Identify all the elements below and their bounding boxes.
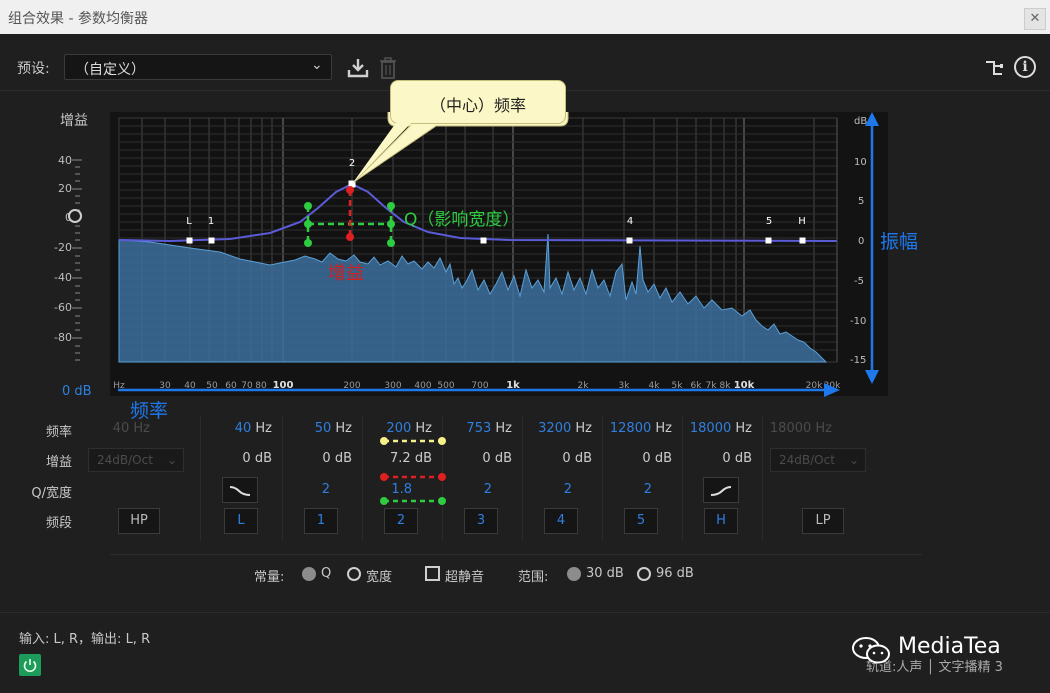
eq-graph[interactable]: L 1 2 4 5 H Q（影响宽度） 增益 dB 10 5 0 -5 -10 … (110, 112, 888, 396)
band-label-4: 4 (627, 216, 633, 227)
band-label-l: L (186, 216, 192, 227)
chevron-down-icon: ⌄ (166, 453, 177, 467)
row-label-gain: 增益 (45, 455, 72, 470)
band-point-1 (208, 237, 215, 244)
band-l-gain[interactable]: 0 dB (192, 451, 272, 466)
routing-icon[interactable] (984, 58, 1004, 78)
lp-slope-value: 24dB/Oct (779, 453, 835, 467)
band-point-5 (765, 237, 772, 244)
range-30db-radio[interactable] (567, 567, 581, 581)
constant-label: 常量: (254, 570, 285, 585)
high-shelf-button[interactable] (703, 477, 739, 503)
lp-slope-dropdown[interactable]: 24dB/Oct ⌄ (770, 448, 866, 472)
divider (110, 554, 922, 555)
constant-width-radio[interactable] (347, 567, 361, 581)
gain-value[interactable]: 0 dB (62, 384, 92, 399)
callout-pointer (352, 120, 414, 184)
band-1-frequency[interactable]: 50 Hz (272, 421, 352, 436)
hp-button[interactable]: HP (118, 508, 160, 534)
amplitude-annotation: 振幅 (880, 231, 919, 253)
constant-q-radio[interactable] (302, 567, 316, 581)
band-button-1[interactable]: 1 (304, 508, 338, 534)
constant-q-label: Q (321, 566, 332, 581)
power-button[interactable] (19, 654, 41, 676)
band-point-4 (626, 237, 633, 244)
range-96db-label: 96 dB (656, 566, 694, 581)
band-4-q[interactable]: 2 (492, 482, 572, 497)
lp-frequency[interactable]: 18000 Hz (752, 421, 832, 436)
frequency-arrow (118, 383, 840, 397)
band-5-gain[interactable]: 0 dB (592, 451, 672, 466)
ultra-quiet-checkbox[interactable] (425, 566, 440, 581)
gain-slider-ticks (72, 159, 82, 361)
trash-icon[interactable] (378, 56, 398, 80)
hp-slope-dropdown[interactable]: 24dB/Oct ⌄ (88, 448, 184, 472)
band-5-frequency[interactable]: 12800 Hz (592, 421, 672, 436)
band-point-h (799, 237, 806, 244)
row-label-band: 频段 (45, 516, 72, 531)
hp-slope-value: 24dB/Oct (97, 453, 153, 467)
preset-dropdown[interactable]: （自定义） ⌄ (64, 54, 332, 80)
band-point-l (186, 237, 193, 244)
lp-button[interactable]: LP (802, 508, 844, 534)
gain-tick-label: 40 (58, 154, 72, 167)
band-h-gain[interactable]: 0 dB (672, 451, 752, 466)
preset-value: （自定义） (75, 62, 145, 78)
range-96db-radio[interactable] (637, 567, 651, 581)
gain-heading: 增益 (60, 113, 88, 129)
band-button-5[interactable]: 5 (624, 508, 658, 534)
band-button-2[interactable]: 2 (384, 508, 418, 534)
band-5-q[interactable]: 2 (572, 482, 652, 497)
band-label-5: 5 (766, 216, 772, 227)
wechat-icon (852, 637, 890, 664)
info-icon[interactable]: i (1014, 56, 1036, 78)
range-label: 范围: (518, 570, 549, 585)
band-4-gain[interactable]: 0 dB (512, 451, 592, 466)
close-button[interactable]: ✕ (1024, 8, 1046, 30)
ultra-quiet-label: 超静音 (445, 570, 485, 585)
preset-label: 预设: (17, 61, 50, 77)
divider (0, 612, 1050, 613)
chevron-down-icon: ⌄ (848, 453, 859, 467)
gain-annotation: 增益 (328, 263, 364, 284)
gain-tick-label: 20 (58, 182, 72, 195)
band-label-1: 1 (208, 216, 214, 227)
q-annotation: Q（影响宽度） (404, 210, 519, 230)
hp-frequency[interactable]: 40 Hz (70, 421, 150, 436)
gain-tick-label: -40 (54, 271, 72, 284)
gain-tick-label: -60 (54, 301, 72, 314)
title-bar (0, 0, 1050, 34)
band-button-l[interactable]: L (224, 508, 258, 534)
gain-slider-knob[interactable] (68, 209, 82, 223)
range-30db-label: 30 dB (586, 566, 624, 581)
brand-watermark: MediaTea (898, 634, 1001, 659)
band-1-gain[interactable]: 0 dB (272, 451, 352, 466)
frequency-annotation: 频率 (130, 400, 169, 422)
high-shelf-icon (710, 486, 732, 496)
band-h-frequency[interactable]: 18000 Hz (672, 421, 752, 436)
power-icon (23, 659, 37, 673)
band-4-frequency[interactable]: 3200 Hz (512, 421, 592, 436)
gain-tick-label: -20 (54, 241, 72, 254)
io-channels: 输入: L, R，输出: L, R (19, 632, 151, 647)
band-l-frequency[interactable]: 40 Hz (192, 421, 272, 436)
band-button-4[interactable]: 4 (544, 508, 578, 534)
download-icon[interactable] (346, 56, 370, 80)
band-button-h[interactable]: H (704, 508, 738, 534)
table-annotation-marks (380, 437, 446, 505)
band-point-3 (480, 237, 487, 244)
row-label-frequency: 频率 (45, 425, 72, 440)
band-1-q[interactable]: 2 (250, 482, 330, 497)
constant-width-label: 宽度 (366, 570, 393, 585)
chevron-down-icon: ⌄ (311, 57, 323, 73)
callout-text: （中心）频率 (429, 96, 526, 115)
gain-tick-label: -80 (54, 331, 72, 344)
band-label-h: H (798, 216, 806, 227)
window-title: 组合效果 - 参数均衡器 (8, 11, 148, 27)
row-label-q: Q/宽度 (31, 486, 72, 501)
amplitude-arrow (865, 112, 879, 384)
band-button-3[interactable]: 3 (464, 508, 498, 534)
